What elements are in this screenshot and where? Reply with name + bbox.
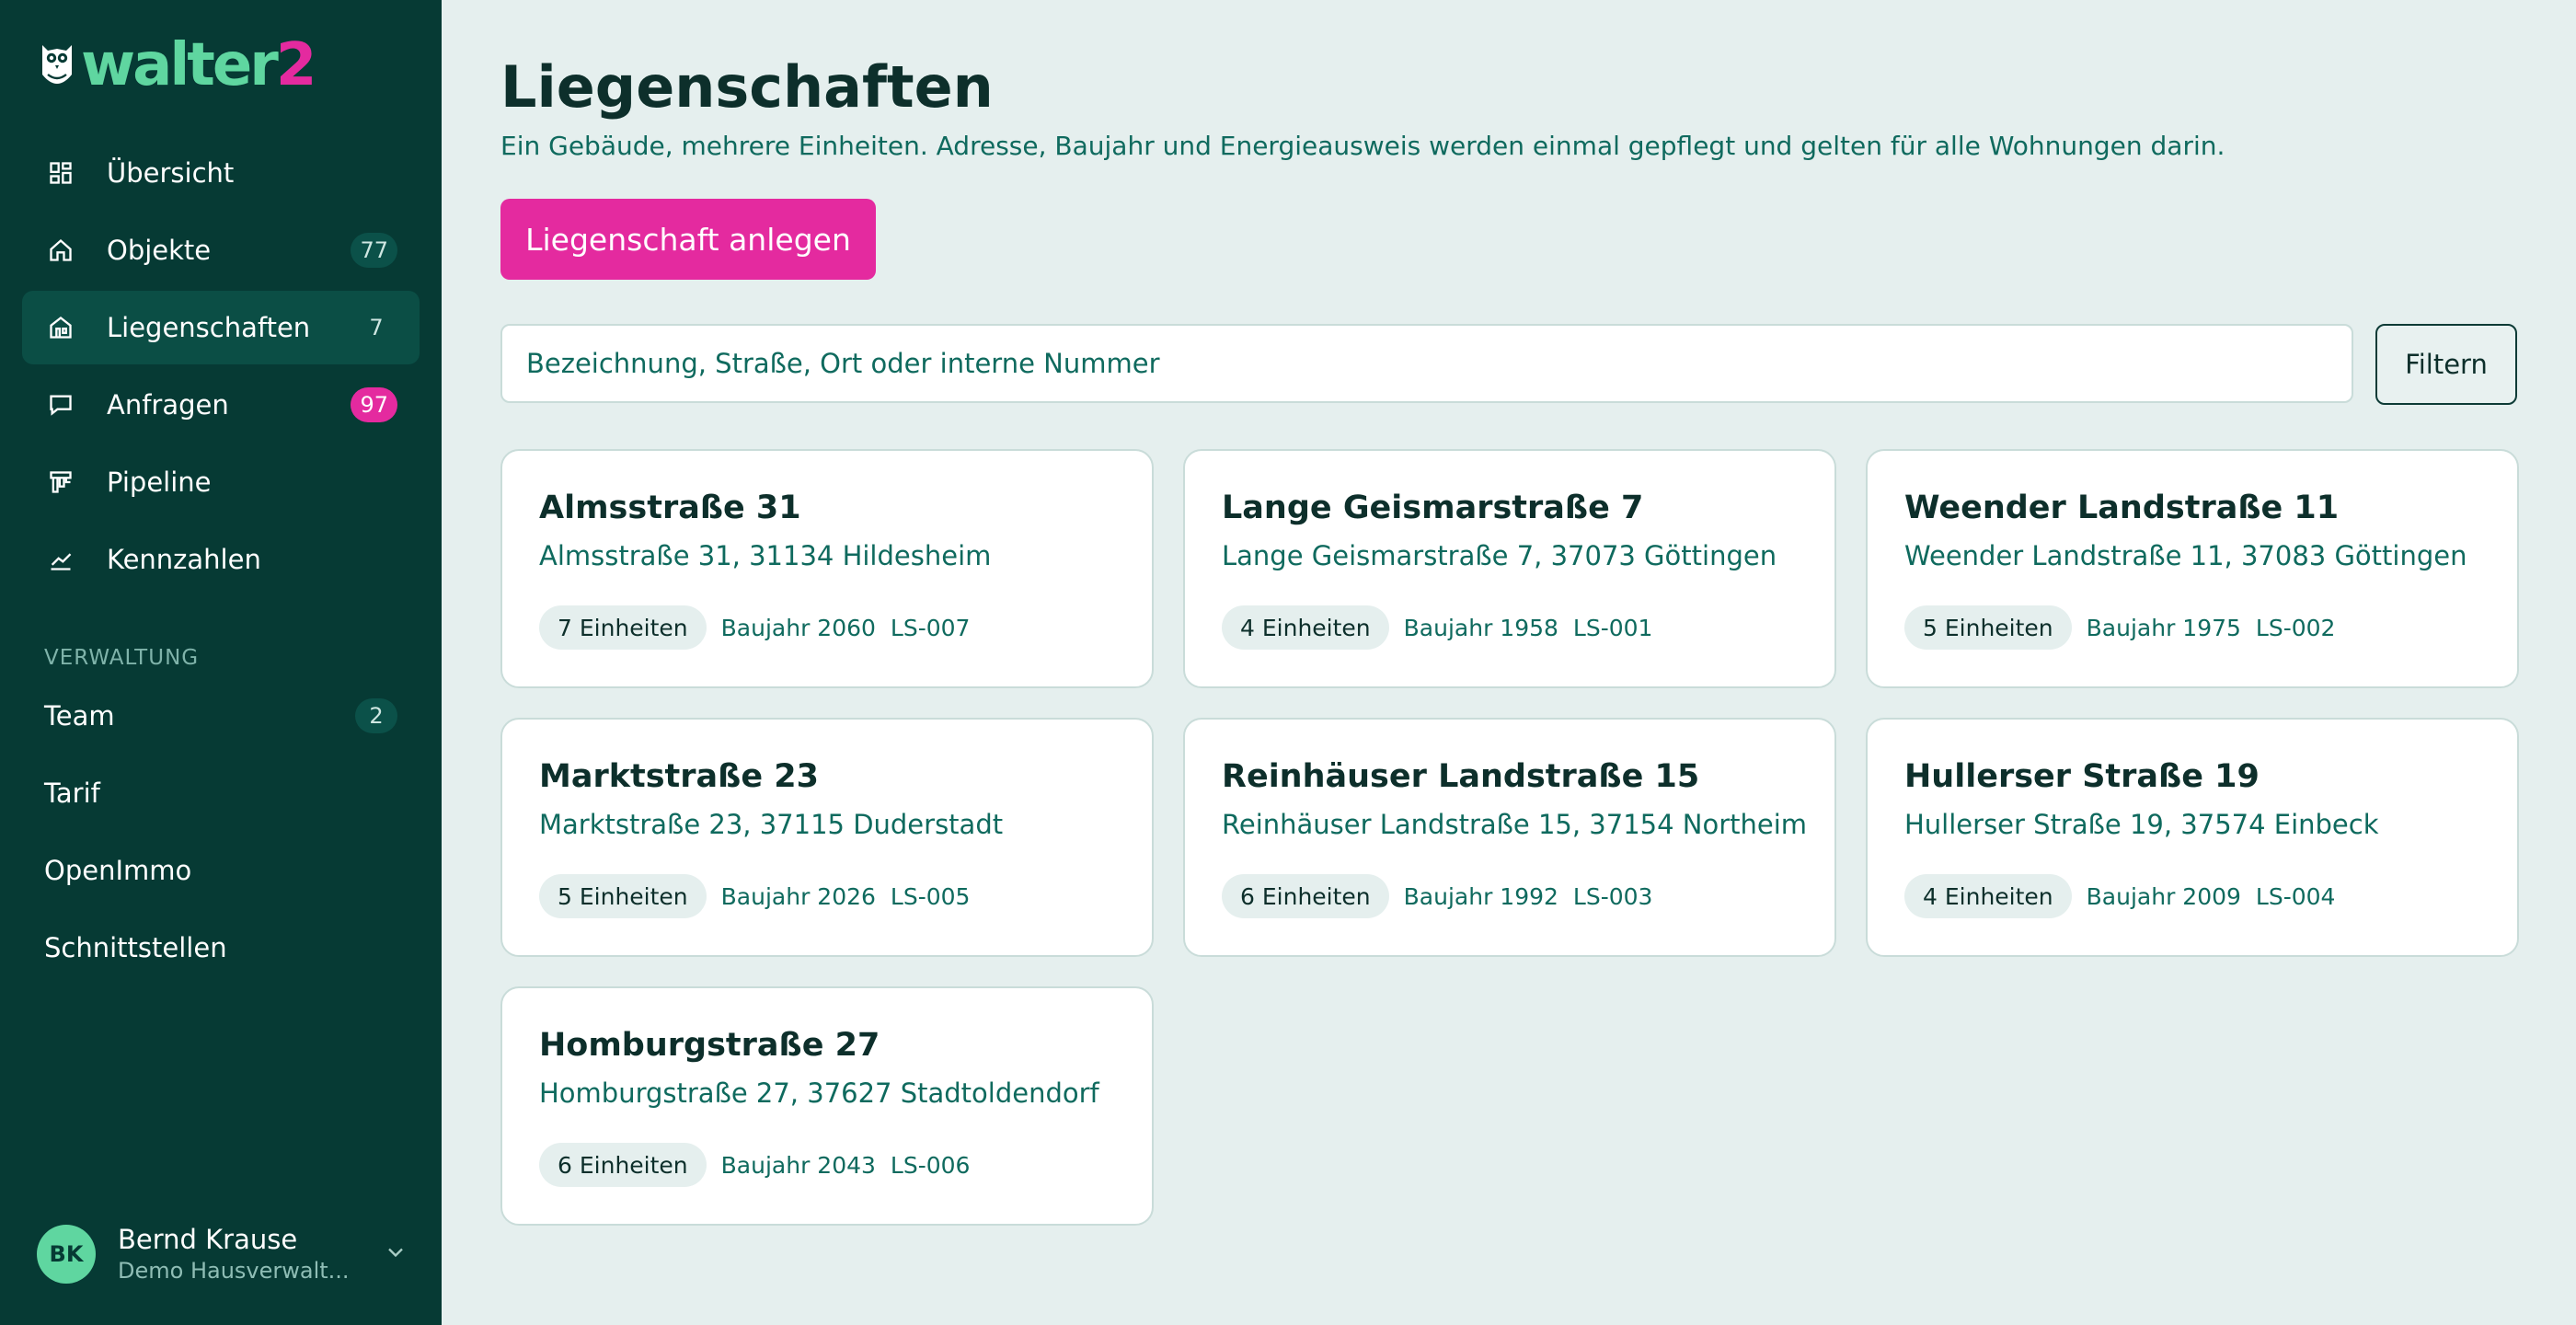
count-badge: 7 (369, 315, 384, 340)
user-organization: Demo Hausverwalt... (118, 1258, 350, 1284)
sidebar-item-kennzahlen[interactable]: Kennzahlen (22, 523, 420, 596)
home-icon (44, 234, 77, 267)
count-badge: 97 (351, 387, 397, 422)
building-icon (44, 311, 77, 344)
internal-number: LS-007 (890, 614, 971, 641)
sidebar-item-schnittstellen[interactable]: Schnittstellen (22, 911, 420, 985)
construction-year: Baujahr 2043 (720, 1151, 876, 1179)
sidebar-item-label: Liegenschaften (107, 312, 311, 343)
construction-year: Baujahr 2009 (2086, 882, 2241, 910)
units-badge: 4 Einheiten (1904, 874, 2072, 918)
sidebar: walter2 Übersicht Objekte 77 Liegenschaf… (0, 0, 442, 1325)
internal-number: LS-005 (890, 882, 971, 910)
card-title: Almsstraße 31 (539, 490, 801, 526)
card-address: Reinhäuser Landstraße 15, 37154 Northeim (1222, 809, 1808, 840)
construction-year: Baujahr 2060 (720, 614, 876, 641)
filter-button[interactable]: Filtern (2375, 324, 2517, 405)
sidebar-item-label: Kennzahlen (107, 544, 261, 575)
sidebar-item-label: Tarif (44, 778, 100, 809)
sidebar-item-anfragen[interactable]: Anfragen 97 (22, 368, 420, 442)
card-title: Homburgstraße 27 (539, 1027, 880, 1064)
sidebar-item-objekte[interactable]: Objekte 77 (22, 213, 420, 287)
units-badge: 5 Einheiten (539, 874, 707, 918)
brand-logo[interactable]: walter2 (37, 31, 316, 99)
page-subtitle: Ein Gebäude, mehrere Einheiten. Adresse,… (500, 131, 2225, 161)
search-input[interactable]: Bezeichnung, Straße, Ort oder interne Nu… (500, 324, 2353, 403)
pipeline-icon (44, 466, 77, 499)
card-title: Reinhäuser Landstraße 15 (1222, 758, 1700, 795)
sidebar-item-liegenschaften[interactable]: Liegenschaften 7 (22, 291, 420, 364)
count-badge: 77 (351, 233, 397, 268)
create-property-button[interactable]: Liegenschaft anlegen (500, 199, 876, 280)
admin-nav: Team 2 Tarif OpenImmo Schnittstellen (22, 679, 420, 988)
internal-number: LS-003 (1572, 882, 1653, 910)
sidebar-item-tarif[interactable]: Tarif (22, 756, 420, 830)
property-card[interactable]: Lange Geismarstraße 7 Lange Geismarstraß… (1183, 449, 1836, 688)
property-card[interactable]: Reinhäuser Landstraße 15 Reinhäuser Land… (1183, 718, 1836, 957)
property-card[interactable]: Homburgstraße 27 Homburgstraße 27, 37627… (500, 986, 1154, 1226)
construction-year: Baujahr 1975 (2086, 614, 2241, 641)
card-address: Hullerser Straße 19, 37574 Einbeck (1904, 809, 2379, 840)
brand-name: walter2 (81, 31, 316, 99)
units-badge: 6 Einheiten (539, 1143, 707, 1187)
card-address: Almsstraße 31, 31134 Hildesheim (539, 540, 992, 571)
user-menu[interactable]: BK Bernd Krause Demo Hausverwalt... (37, 1220, 408, 1288)
chart-icon (44, 543, 77, 576)
card-title: Lange Geismarstraße 7 (1222, 490, 1644, 526)
property-card[interactable]: Almsstraße 31 Almsstraße 31, 31134 Hilde… (500, 449, 1154, 688)
units-badge: 7 Einheiten (539, 605, 707, 650)
sidebar-item-label: Team (44, 700, 115, 732)
units-badge: 4 Einheiten (1222, 605, 1389, 650)
internal-number: LS-002 (2255, 614, 2336, 641)
property-card[interactable]: Weender Landstraße 11 Weender Landstraße… (1866, 449, 2519, 688)
card-address: Lange Geismarstraße 7, 37073 Göttingen (1222, 540, 1777, 571)
internal-number: LS-006 (890, 1151, 971, 1179)
card-title: Marktstraße 23 (539, 758, 819, 795)
card-address: Marktstraße 23, 37115 Duderstadt (539, 809, 1004, 840)
construction-year: Baujahr 1992 (1403, 882, 1558, 910)
property-grid: Almsstraße 31 Almsstraße 31, 31134 Hilde… (500, 449, 2519, 1226)
card-title: Weender Landstraße 11 (1904, 490, 2340, 526)
page-title: Liegenschaften (500, 53, 994, 121)
sidebar-item-label: OpenImmo (44, 855, 192, 886)
card-title: Hullerser Straße 19 (1904, 758, 2260, 795)
sidebar-item-label: Schnittstellen (44, 932, 227, 963)
sidebar-item-label: Objekte (107, 235, 212, 266)
construction-year: Baujahr 1958 (1403, 614, 1558, 641)
owl-icon (42, 45, 72, 84)
sidebar-item-label: Pipeline (107, 467, 212, 498)
chevron-down-icon[interactable] (383, 1239, 408, 1269)
sidebar-item-label: Anfragen (107, 389, 229, 421)
dashboard-icon (44, 156, 77, 190)
internal-number: LS-001 (1572, 614, 1653, 641)
construction-year: Baujahr 2026 (720, 882, 876, 910)
card-address: Homburgstraße 27, 37627 Stadtoldendorf (539, 1077, 1099, 1109)
avatar: BK (37, 1225, 96, 1284)
units-badge: 5 Einheiten (1904, 605, 2072, 650)
sidebar-item-pipeline[interactable]: Pipeline (22, 445, 420, 519)
section-title-verwaltung: VERWALTUNG (44, 646, 200, 670)
units-badge: 6 Einheiten (1222, 874, 1389, 918)
sidebar-item-openimmo[interactable]: OpenImmo (22, 834, 420, 907)
property-card[interactable]: Marktstraße 23 Marktstraße 23, 37115 Dud… (500, 718, 1154, 957)
chat-icon (44, 388, 77, 421)
property-card[interactable]: Hullerser Straße 19 Hullerser Straße 19,… (1866, 718, 2519, 957)
card-address: Weender Landstraße 11, 37083 Göttingen (1904, 540, 2467, 571)
count-badge: 2 (355, 698, 397, 733)
main-nav: Übersicht Objekte 77 Liegenschaften 7 An… (22, 136, 420, 600)
internal-number: LS-004 (2255, 882, 2336, 910)
user-name: Bernd Krause (118, 1224, 298, 1255)
sidebar-item-team[interactable]: Team 2 (22, 679, 420, 753)
sidebar-item-uebersicht[interactable]: Übersicht (22, 136, 420, 210)
sidebar-item-label: Übersicht (107, 157, 235, 189)
